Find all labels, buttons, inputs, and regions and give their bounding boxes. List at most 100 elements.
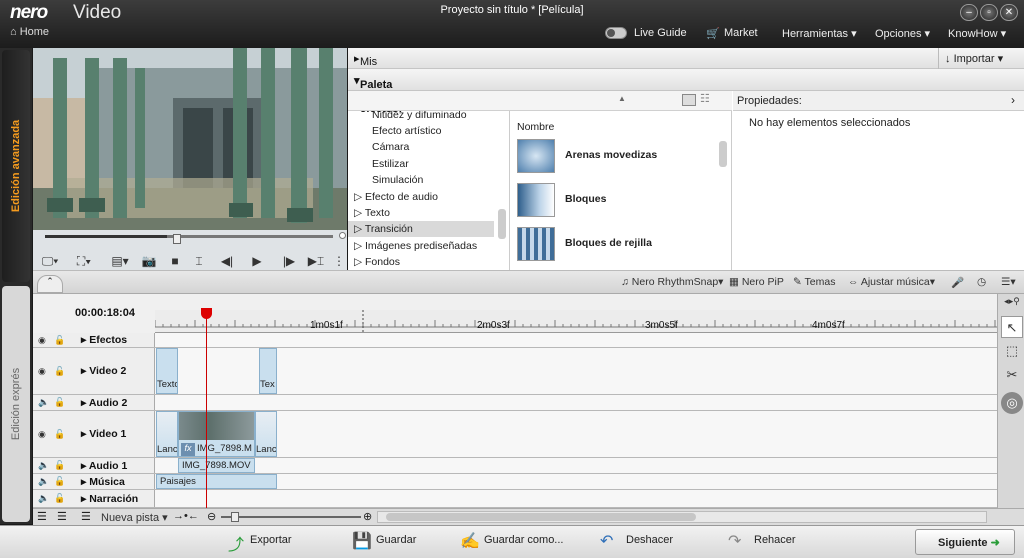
clip-img-7898[interactable]: fx IMG_7898.M bbox=[178, 411, 255, 457]
clip-audio-img-7898[interactable]: IMG_7898.MOV bbox=[178, 458, 255, 473]
lock-icon[interactable]: 🔓 bbox=[54, 493, 65, 503]
live-guide-label[interactable]: Live Guide bbox=[634, 27, 687, 39]
fit-timeline-icon[interactable]: →•← bbox=[173, 510, 199, 522]
effects-scrollbar[interactable] bbox=[719, 141, 727, 167]
knowhow-menu[interactable]: KnowHow ▾ bbox=[948, 27, 1006, 40]
live-guide-toggle[interactable] bbox=[605, 27, 627, 39]
ajustar-musica-button[interactable]: ⇔ Ajustar música▾ bbox=[848, 276, 935, 288]
next-frame-icon[interactable]: |▶ bbox=[281, 252, 297, 270]
effects-palette-header[interactable]: ▾ Paleta de efectos: bbox=[348, 69, 1024, 115]
chevron-right-icon[interactable]: › bbox=[1011, 93, 1015, 107]
scissors-icon[interactable]: ✂ bbox=[1001, 364, 1023, 386]
collapse-icon[interactable]: ⌃ bbox=[37, 275, 63, 293]
category-item-selected[interactable]: ▷ Transición bbox=[348, 221, 494, 237]
category-item[interactable]: ▷ Fondos bbox=[354, 254, 400, 270]
track-music[interactable]: 🔈 🔓 ▸ Música Paisajes bbox=[33, 474, 997, 490]
track-height-small-icon[interactable]: ☰ bbox=[37, 510, 47, 523]
prev-frame-icon[interactable]: ◀| bbox=[219, 252, 235, 270]
monitor-icon[interactable]: 🖵▾ bbox=[37, 252, 63, 270]
aspect-icon[interactable]: ▤▾ bbox=[107, 252, 133, 270]
maximize-button[interactable]: ▫ bbox=[980, 4, 998, 21]
lock-icon[interactable]: 🔓 bbox=[54, 397, 65, 407]
category-item[interactable]: Efecto artístico bbox=[372, 123, 441, 139]
zoom-slider-handle[interactable] bbox=[231, 512, 239, 522]
zoom-slider[interactable] bbox=[221, 512, 361, 522]
clip-landscape-1[interactable]: Lanc bbox=[156, 411, 178, 457]
category-item[interactable]: ▷ Efecto de audio bbox=[354, 189, 438, 205]
pip-button[interactable]: ▦ Nero PiP bbox=[729, 276, 784, 288]
close-button[interactable]: ✕ bbox=[1000, 4, 1018, 21]
category-item[interactable]: Cámara bbox=[372, 139, 409, 155]
track-master-effects[interactable]: ◉ 🔓 ▸ Efectos maes... bbox=[33, 333, 997, 358]
category-item[interactable]: ▷ Texto bbox=[354, 205, 390, 221]
preview-scrubber[interactable] bbox=[45, 232, 346, 244]
category-item[interactable]: ▷ Imágenes prediseñadas bbox=[354, 238, 477, 254]
herramientas-menu[interactable]: Herramientas ▾ bbox=[782, 27, 857, 40]
stop-icon[interactable]: ■ bbox=[167, 252, 183, 270]
list-view-icon[interactable]: ☷ bbox=[700, 92, 710, 105]
lock-icon[interactable]: 🔓 bbox=[54, 366, 65, 376]
effect-item[interactable]: Bloques bbox=[517, 179, 707, 223]
play-icon[interactable]: ▶ bbox=[249, 252, 265, 270]
tab-advanced-edit[interactable]: Edición avanzada bbox=[2, 50, 30, 282]
lock-icon[interactable]: 🔓 bbox=[54, 335, 65, 345]
minimize-button[interactable]: – bbox=[960, 4, 978, 21]
temas-button[interactable]: ✎ Temas bbox=[793, 276, 835, 288]
tab-express-edit[interactable]: Edición exprés bbox=[2, 286, 30, 522]
zoom-in-icon[interactable]: ⊕ bbox=[363, 510, 372, 523]
rhythmsnap-button[interactable]: ♫ Nero RhythmSnap▾ bbox=[621, 276, 723, 288]
snapshot-icon[interactable]: 📷 bbox=[141, 252, 157, 270]
visibility-icon[interactable]: ◉ bbox=[38, 429, 48, 439]
scrubber-handle[interactable] bbox=[173, 234, 181, 244]
nav-arrows-icon[interactable]: ◂▸⚲ bbox=[1001, 294, 1023, 308]
pointer-tool-icon[interactable]: ↖ bbox=[1001, 316, 1023, 338]
track-video-2[interactable]: ◉ 🔓 ▸ Video 2 Texto Tex bbox=[33, 348, 997, 395]
track-audio-2[interactable]: 🔈 🔓 ▸ Audio 2 bbox=[33, 395, 997, 411]
lock-icon[interactable]: 🔓 bbox=[54, 476, 65, 486]
category-item[interactable]: Estilizar bbox=[372, 156, 409, 172]
import-button[interactable]: ↓ Importar ▾ bbox=[938, 48, 1024, 69]
mark-in-icon[interactable]: ⌶ bbox=[191, 252, 207, 270]
clip-landscape-2[interactable]: Lanc bbox=[255, 411, 277, 457]
more-icon[interactable]: ⋮ bbox=[333, 252, 345, 270]
track-audio-1[interactable]: 🔈 🔓 ▸ Audio 1 IMG_7898.MOV bbox=[33, 458, 997, 474]
fullscreen-icon[interactable]: ⛶▾ bbox=[71, 252, 97, 270]
playhead-handle[interactable] bbox=[201, 308, 212, 319]
market-menu[interactable]: Market bbox=[724, 27, 758, 39]
speaker-icon[interactable]: 🔈 bbox=[38, 476, 49, 486]
clock-icon[interactable]: ◷ bbox=[977, 276, 986, 288]
time-ruler[interactable]: 1m0s1f 2m0s3f 3m0s5f 4m0s7f bbox=[155, 310, 997, 333]
next-button[interactable]: Siguiente ➜ bbox=[915, 529, 1015, 555]
microphone-icon[interactable]: 🎤 bbox=[951, 276, 964, 289]
fx-badge[interactable]: fx bbox=[181, 443, 195, 456]
clip-text-2[interactable]: Tex bbox=[259, 348, 277, 394]
record-icon[interactable]: ◎ bbox=[1001, 392, 1023, 414]
undo-button[interactable]: ↶ Deshacer bbox=[600, 533, 673, 550]
home-link[interactable]: ⌂ Home bbox=[10, 26, 49, 38]
name-column-header[interactable]: Nombre bbox=[517, 121, 554, 133]
save-button[interactable]: 💾 Guardar bbox=[352, 533, 416, 550]
speaker-icon[interactable]: 🔈 bbox=[38, 460, 49, 470]
clip-text-1[interactable]: Texto bbox=[156, 348, 178, 394]
lock-icon[interactable]: 🔓 bbox=[54, 460, 65, 470]
save-as-button[interactable]: ✍ Guardar como... bbox=[460, 533, 563, 550]
zoom-out-icon[interactable]: ⊖ bbox=[207, 510, 216, 523]
track-video-1[interactable]: ◉ 🔓 ▸ Video 1 Lanc fx IMG_7898.M Lanc bbox=[33, 411, 997, 458]
speaker-icon[interactable]: 🔈 bbox=[38, 493, 49, 503]
settings-menu-icon[interactable]: ☰▾ bbox=[1001, 276, 1016, 288]
category-scrollbar[interactable] bbox=[498, 209, 506, 239]
grid-view-icon[interactable] bbox=[682, 94, 696, 106]
category-item[interactable]: Nitidez y difuminado bbox=[372, 111, 467, 123]
redo-button[interactable]: ↷ Rehacer bbox=[728, 533, 796, 550]
track-height-large-icon[interactable]: ☰ bbox=[81, 510, 91, 523]
effect-item[interactable]: Bloques de rejilla bbox=[517, 223, 707, 267]
effect-item[interactable]: Arenas movedizas bbox=[517, 135, 707, 179]
opciones-menu[interactable]: Opciones ▾ bbox=[875, 27, 930, 40]
category-item[interactable]: Simulación bbox=[372, 172, 423, 188]
speaker-icon[interactable]: 🔈 bbox=[38, 397, 49, 407]
horizontal-scrollbar[interactable] bbox=[377, 511, 987, 523]
track-height-medium-icon[interactable]: ☰ bbox=[57, 510, 67, 523]
export-button[interactable]: ⤴ Exportar bbox=[228, 534, 292, 554]
scrollbar-thumb[interactable] bbox=[386, 513, 696, 521]
clip-music-paisajes[interactable]: Paisajes bbox=[156, 474, 277, 489]
